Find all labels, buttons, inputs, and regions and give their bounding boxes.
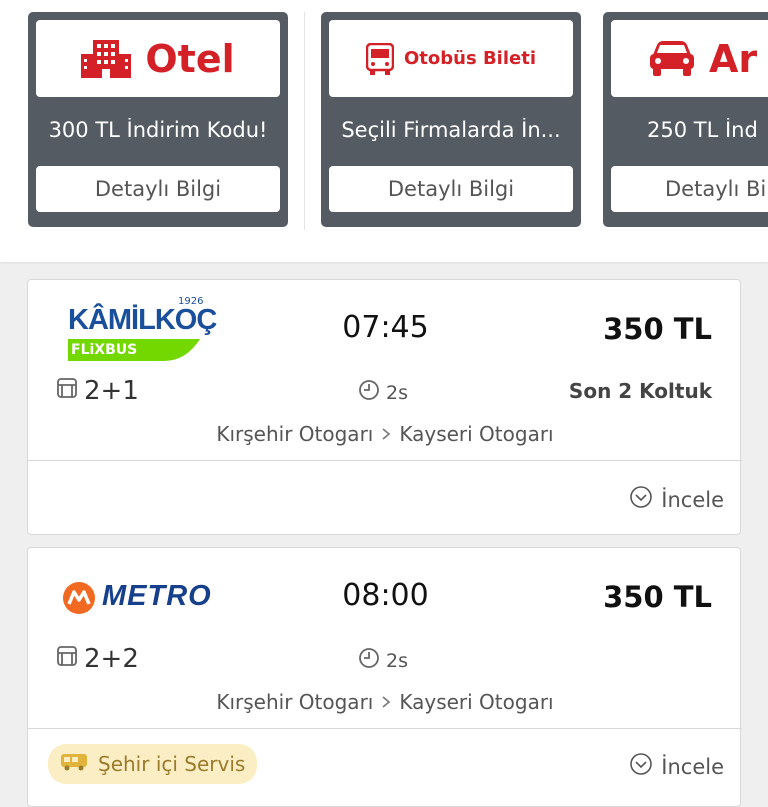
metro-logo: METRO (62, 578, 252, 618)
promo-header: Otobüs Bileti (329, 20, 573, 97)
promo-detail-button[interactable]: Detaylı Bi (611, 166, 768, 212)
departure-time: 08:00 (342, 578, 429, 613)
promo-text: 250 TL İnd (647, 118, 758, 142)
badge-label: Şehir içi Servis (98, 752, 246, 776)
seat-layout: 2+1 (56, 376, 139, 406)
trip-price: 350 TL (603, 580, 712, 614)
chevron-down-circle-icon (629, 752, 653, 781)
promo-text: Seçili Firmalarda İn... (341, 118, 561, 142)
bus-icon (366, 42, 394, 75)
duration-value: 2s (386, 649, 408, 672)
kamilkoc-logo: KÂMİLKOÇ 1926 FLiXBUS (68, 296, 238, 361)
promo-text: 300 TL İndirim Kodu! (48, 118, 268, 142)
promo-card-bus[interactable]: Otobüs Bileti Seçili Firmalarda İn... De… (321, 12, 581, 227)
review-button[interactable]: İncele (629, 485, 724, 514)
card-divider (28, 728, 742, 729)
trip-card[interactable]: KÂMİLKOÇ 1926 FLiXBUS 07:45 350 TL 2+1 2… (27, 279, 742, 535)
review-button[interactable]: İncele (629, 752, 724, 781)
chevron-right-icon (381, 422, 391, 446)
clock-icon (358, 647, 380, 674)
city-shuttle-badge: Şehir içi Servis (48, 744, 258, 784)
card-divider (28, 460, 742, 461)
review-label: İncele (661, 487, 724, 512)
route-to: Kayseri Otogarı (399, 690, 554, 714)
hotel-building-icon (81, 39, 132, 78)
company-name: METRO (102, 580, 212, 612)
chevron-right-icon (381, 690, 391, 714)
company-sub: FLiXBUS (71, 342, 138, 358)
duration-value: 2s (386, 381, 408, 404)
trip-route: Kırşehir Otogarı Kayseri Otogarı (28, 422, 742, 446)
route-from: Kırşehir Otogarı (216, 422, 374, 446)
promo-divider (304, 12, 305, 230)
promo-header: Otel (36, 20, 280, 97)
seat-icon (56, 644, 78, 674)
shuttle-bus-icon (60, 752, 88, 776)
promo-title: Otobüs Bileti (404, 48, 536, 69)
route-to: Kayseri Otogarı (399, 422, 554, 446)
seat-layout: 2+2 (56, 644, 139, 674)
review-label: İncele (661, 754, 724, 779)
promo-card-hotel[interactable]: Otel 300 TL İndirim Kodu! Detaylı Bilgi (28, 12, 288, 227)
seats-left: Son 2 Koltuk (568, 379, 712, 403)
company-name: KÂMİLKOÇ (68, 304, 217, 336)
seat-icon (56, 376, 78, 406)
promo-carousel[interactable]: Otel 300 TL İndirim Kodu! Detaylı Bilgi … (0, 0, 768, 262)
promo-header: Ar (611, 20, 768, 97)
trip-duration: 2s (358, 647, 408, 674)
seat-layout-value: 2+1 (84, 376, 139, 406)
clock-icon (358, 379, 380, 406)
metro-emblem-icon (63, 582, 95, 614)
departure-time: 07:45 (342, 310, 429, 345)
promo-detail-button[interactable]: Detaylı Bilgi (36, 166, 280, 212)
promo-title: Ar (709, 36, 758, 81)
route-from: Kırşehir Otogarı (216, 690, 374, 714)
promo-card-car[interactable]: Ar 250 TL İnd Detaylı Bi (603, 12, 768, 227)
company-year: 1926 (178, 296, 204, 307)
trip-price: 350 TL (603, 312, 712, 346)
trip-card[interactable]: METRO 08:00 350 TL 2+2 2s Kırşehir Otoga… (27, 547, 742, 807)
seat-layout-value: 2+2 (84, 644, 139, 674)
trip-duration: 2s (358, 379, 408, 406)
promo-title: Otel (145, 36, 235, 81)
chevron-down-circle-icon (629, 485, 653, 514)
trip-route: Kırşehir Otogarı Kayseri Otogarı (28, 690, 742, 714)
promo-detail-button[interactable]: Detaylı Bilgi (329, 166, 573, 212)
car-icon (649, 40, 695, 77)
